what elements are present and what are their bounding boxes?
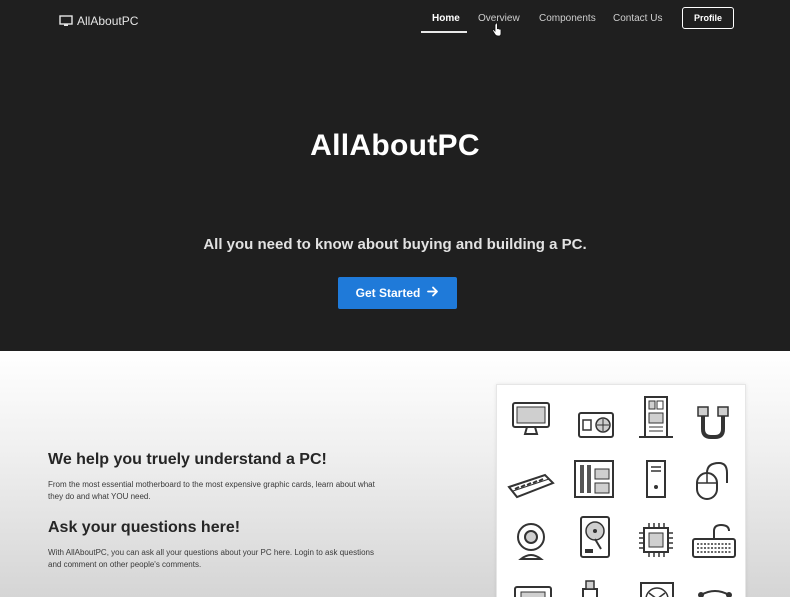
hero-title: AllAboutPC [310,129,480,162]
hero-section: AllAboutPC Home Overview Components Cont… [0,0,790,351]
motherboard-icon [639,396,673,438]
ssd-icon [514,586,552,597]
nav-components[interactable]: Components [539,13,596,24]
usb-icon [582,580,598,597]
get-started-label: Get Started [355,286,421,300]
nav-home[interactable]: Home [432,13,460,24]
feature-heading-questions: Ask your questions here! [48,519,241,536]
mouse-icon [696,461,728,500]
hard-drive-icon [580,516,610,558]
top-nav: Home Overview Components Contact Us [0,10,790,36]
hero-subtitle: All you need to know about buying and bu… [203,236,587,253]
arrow-right-icon [427,286,439,300]
active-nav-indicator [421,31,467,33]
monitor-icon [512,402,550,435]
keyboard-icon [692,523,736,558]
cpu-icon [639,523,673,557]
sata-cable-icon [697,406,729,439]
fan-icon [640,582,674,597]
webcam-icon [517,523,545,560]
get-started-button[interactable]: Get Started [338,277,457,309]
power-supply-icon [578,412,614,438]
feature-heading-understand: We help you truely understand a PC! [48,451,327,468]
feature-text-understand: From the most essential motherboard to t… [48,480,375,501]
profile-button[interactable]: Profile [682,7,734,29]
component-icons-card [496,384,746,597]
hand-cursor-icon [492,22,502,42]
ram-slots-icon [574,460,614,498]
pc-tower-icon [646,460,666,498]
nav-contact-us[interactable]: Contact Us [613,13,662,24]
ram-icon [507,473,555,499]
cable-icon [698,590,732,597]
feature-text-questions: With AllAboutPC, you can ask all your qu… [48,548,374,569]
